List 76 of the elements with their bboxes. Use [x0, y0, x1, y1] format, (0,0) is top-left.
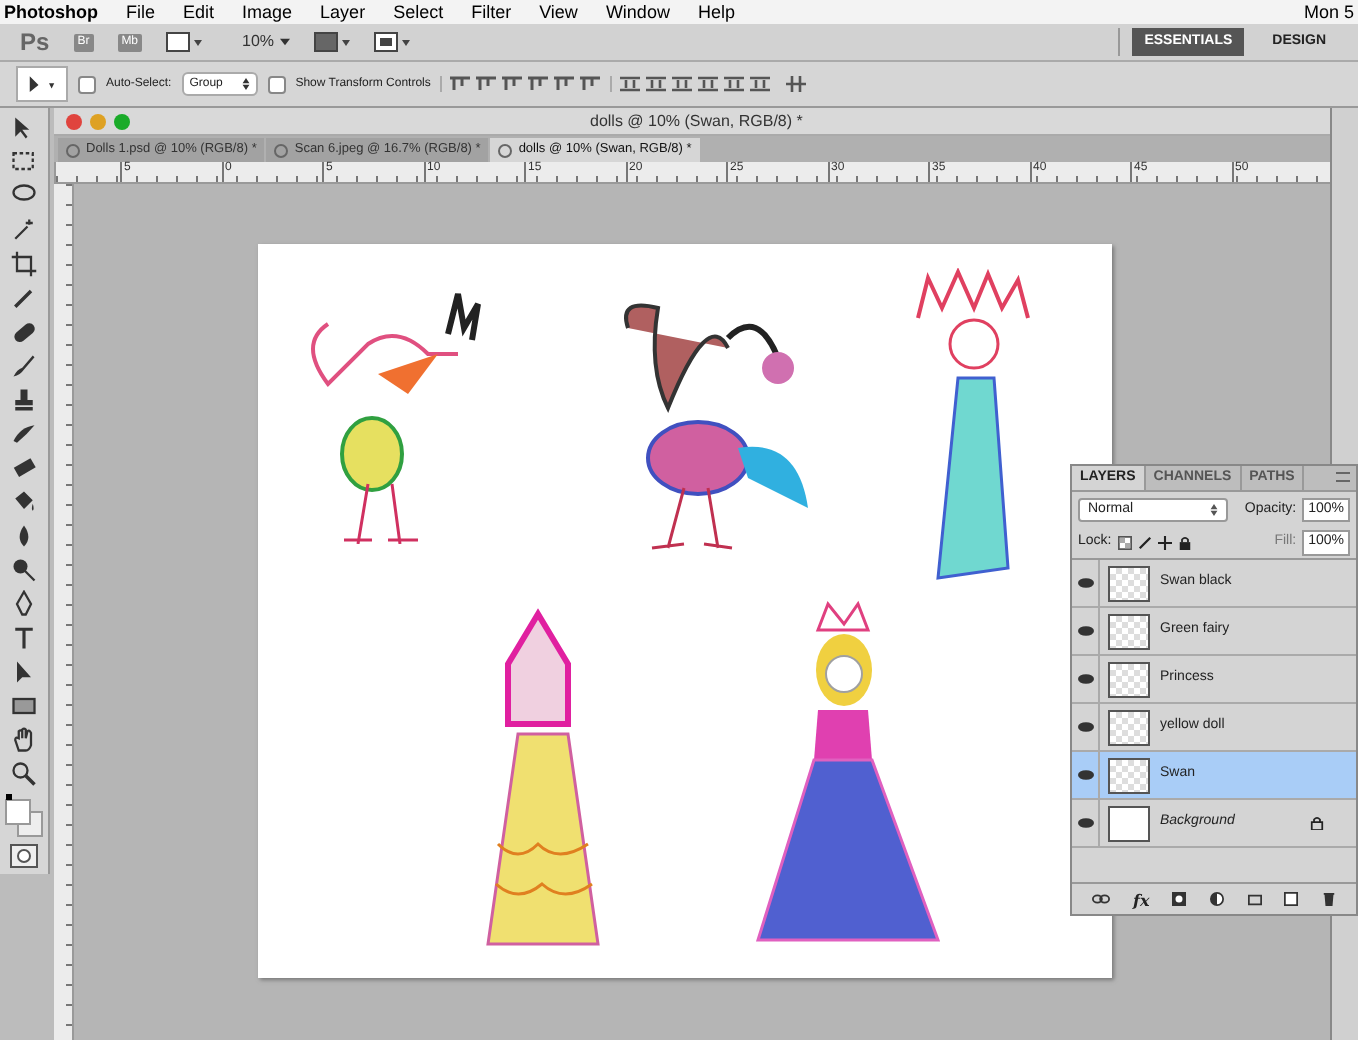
distribute-icon[interactable]: [672, 76, 693, 92]
lock-pixels-icon[interactable]: [1117, 536, 1132, 550]
adjustment-icon[interactable]: [1210, 892, 1225, 906]
quick-mask-icon[interactable]: [10, 844, 38, 868]
lock-icon[interactable]: [1177, 536, 1192, 550]
rectangle-icon[interactable]: [10, 692, 38, 720]
menu-item[interactable]: File: [126, 1, 156, 23]
marquee-tool-icon[interactable]: [10, 148, 38, 176]
window-title: dolls @ 10% (Swan, RGB/8) *: [590, 109, 803, 133]
eye-icon[interactable]: [1077, 578, 1093, 588]
layer-thumbnail: [1108, 661, 1150, 697]
checkbox[interactable]: [78, 75, 96, 93]
distribute-icon[interactable]: [698, 76, 719, 92]
menu-clock: Mon 5: [1303, 1, 1354, 23]
caret-icon: [280, 38, 291, 46]
crop-tool-icon[interactable]: [10, 250, 38, 278]
distribute-icon[interactable]: [750, 76, 771, 92]
eye-icon[interactable]: [1077, 722, 1093, 732]
align-icon[interactable]: [580, 76, 601, 92]
menu-item[interactable]: View: [539, 1, 578, 23]
menu-item[interactable]: Filter: [471, 1, 512, 23]
distribute-icon[interactable]: [724, 76, 745, 92]
layer-thumbnail: [1108, 613, 1150, 649]
layer-thumbnail: [1108, 709, 1150, 745]
stepper-icon: [241, 78, 250, 90]
eye-icon[interactable]: [1077, 818, 1093, 828]
align-icon[interactable]: [528, 76, 549, 92]
app-logo: Ps: [20, 29, 50, 55]
arrange-documents-icon[interactable]: [314, 32, 351, 52]
eraser-icon[interactable]: [10, 454, 38, 482]
menu-item[interactable]: Photoshop: [4, 1, 98, 23]
eye-icon[interactable]: [1077, 674, 1093, 684]
auto-align-icon[interactable]: [786, 76, 807, 92]
menu-item[interactable]: Edit: [183, 1, 215, 23]
menu-item[interactable]: Layer: [320, 1, 366, 23]
eye-icon[interactable]: [1077, 626, 1093, 636]
type-icon[interactable]: [10, 624, 38, 652]
tool-preset-picker[interactable]: [16, 66, 68, 102]
magic-wand-icon[interactable]: [10, 216, 38, 244]
color-swatches-icon[interactable]: [4, 794, 44, 838]
folder-icon[interactable]: [1247, 893, 1262, 905]
stamp-icon[interactable]: [10, 386, 38, 414]
mask-icon[interactable]: [1172, 892, 1187, 906]
stepper-icon: [1210, 504, 1218, 516]
screen-mode-icon[interactable]: [374, 32, 411, 52]
menu-item[interactable]: Select: [393, 1, 444, 23]
bucket-icon[interactable]: [10, 488, 38, 516]
layer-thumbnail: [1108, 805, 1150, 841]
checkbox[interactable]: [267, 75, 286, 93]
close-window-button[interactable]: [66, 113, 82, 129]
layer-thumbnail: [1108, 757, 1150, 793]
close-tab-icon[interactable]: [498, 143, 513, 157]
layer-thumbnail: [1108, 565, 1150, 601]
align-icon[interactable]: [502, 76, 523, 92]
align-icon[interactable]: [554, 76, 575, 92]
move-tool-icon: [28, 75, 56, 93]
distribute-icon[interactable]: [646, 76, 667, 92]
align-icon[interactable]: [450, 76, 471, 92]
menu-item[interactable]: Image: [242, 1, 293, 23]
new-layer-icon[interactable]: [1284, 892, 1299, 906]
distribute-icon[interactable]: [620, 76, 641, 92]
align-icon[interactable]: [476, 76, 497, 92]
menu-item[interactable]: Window: [605, 1, 670, 23]
zoom-dropdown[interactable]: 10%: [242, 30, 291, 54]
trash-icon[interactable]: [1322, 892, 1337, 906]
panel-menu-icon[interactable]: [1336, 472, 1350, 482]
hand-icon[interactable]: [10, 726, 38, 754]
layer-style-button[interactable]: fx: [1133, 887, 1150, 911]
view-extras-icon[interactable]: [166, 32, 203, 52]
zoom-icon[interactable]: [10, 760, 38, 788]
dodge-icon[interactable]: [10, 556, 38, 584]
link-icon[interactable]: [1091, 894, 1110, 904]
menu-item[interactable]: Help: [697, 1, 735, 23]
eye-icon[interactable]: [1077, 770, 1093, 780]
move-icon[interactable]: [1157, 536, 1172, 550]
pen-icon[interactable]: [10, 590, 38, 618]
